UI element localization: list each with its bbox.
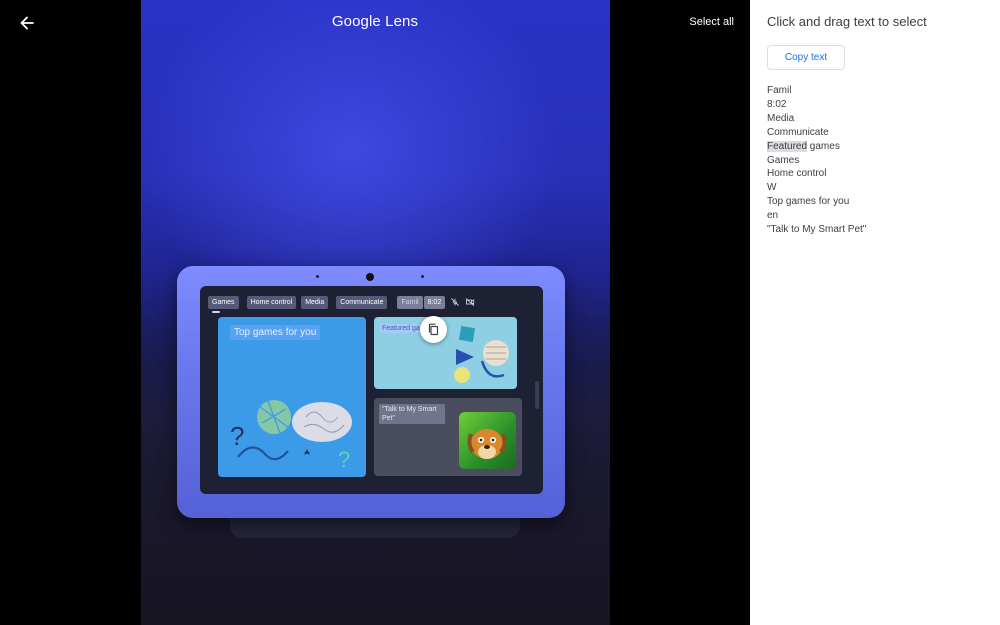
sensor-dot	[421, 275, 424, 278]
text-line[interactable]: "Talk to My Smart Pet"	[767, 223, 987, 237]
device-tab: Media	[301, 295, 329, 309]
text-line[interactable]: 8:02	[767, 98, 987, 112]
svg-text:?: ?	[338, 447, 350, 472]
device-screen: Games Home control Media Communicate Fam…	[200, 286, 543, 494]
text-line[interactable]: Media	[767, 112, 987, 126]
camera-off-icon	[465, 297, 475, 307]
text-line[interactable]: en	[767, 209, 987, 223]
device-tab-bar: Games Home control Media Communicate Fam…	[208, 294, 475, 310]
text-line[interactable]: Featured games	[767, 140, 987, 154]
top-games-card: Top games for you ? ?	[218, 317, 366, 477]
camera-dot	[366, 273, 374, 281]
text-line-rest[interactable]: games	[807, 141, 840, 152]
smart-pet-card: "Talk to My Smart Pet"	[374, 398, 522, 476]
copy-text-badge[interactable]	[420, 316, 447, 343]
text-line[interactable]: Games	[767, 154, 987, 168]
lens-viewer: Games Home control Media Communicate Fam…	[0, 0, 750, 625]
text-line[interactable]: Home control	[767, 167, 987, 181]
smart-pet-label: "Talk to My Smart Pet"	[379, 404, 445, 424]
copy-text-button[interactable]: Copy text	[767, 45, 845, 70]
device-tab: Home control	[246, 295, 297, 309]
text-panel: Click and drag text to select Copy text …	[750, 0, 1000, 625]
text-line[interactable]: W	[767, 181, 987, 195]
extracted-text-list: Famil 8:02 Media Communicate Featured ga…	[767, 84, 987, 237]
select-all-button[interactable]: Select all	[689, 16, 734, 28]
copy-icon	[428, 323, 439, 336]
device-tab: Communicate	[336, 295, 388, 309]
games-illustration: ? ?	[230, 400, 352, 472]
app-title: Google Lens	[331, 13, 419, 30]
device-time: 8:02	[423, 295, 446, 309]
smart-display: Games Home control Media Communicate Fam…	[177, 266, 565, 518]
active-tab-indicator	[212, 311, 220, 313]
device-tab: Games	[208, 295, 239, 309]
text-line[interactable]: Top games for you	[767, 195, 987, 209]
smart-pet-thumbnail	[459, 412, 516, 469]
sensor-dot	[316, 275, 319, 278]
svg-text:?: ?	[230, 421, 244, 451]
selected-text[interactable]: Featured	[767, 140, 808, 152]
mic-off-icon	[450, 297, 460, 307]
screen-scroll-indicator	[535, 381, 539, 409]
panel-title: Click and drag text to select	[767, 14, 927, 29]
text-line[interactable]: Famil	[767, 84, 987, 98]
device-status-text: Famil	[397, 295, 423, 309]
text-line[interactable]: Communicate	[767, 126, 987, 140]
